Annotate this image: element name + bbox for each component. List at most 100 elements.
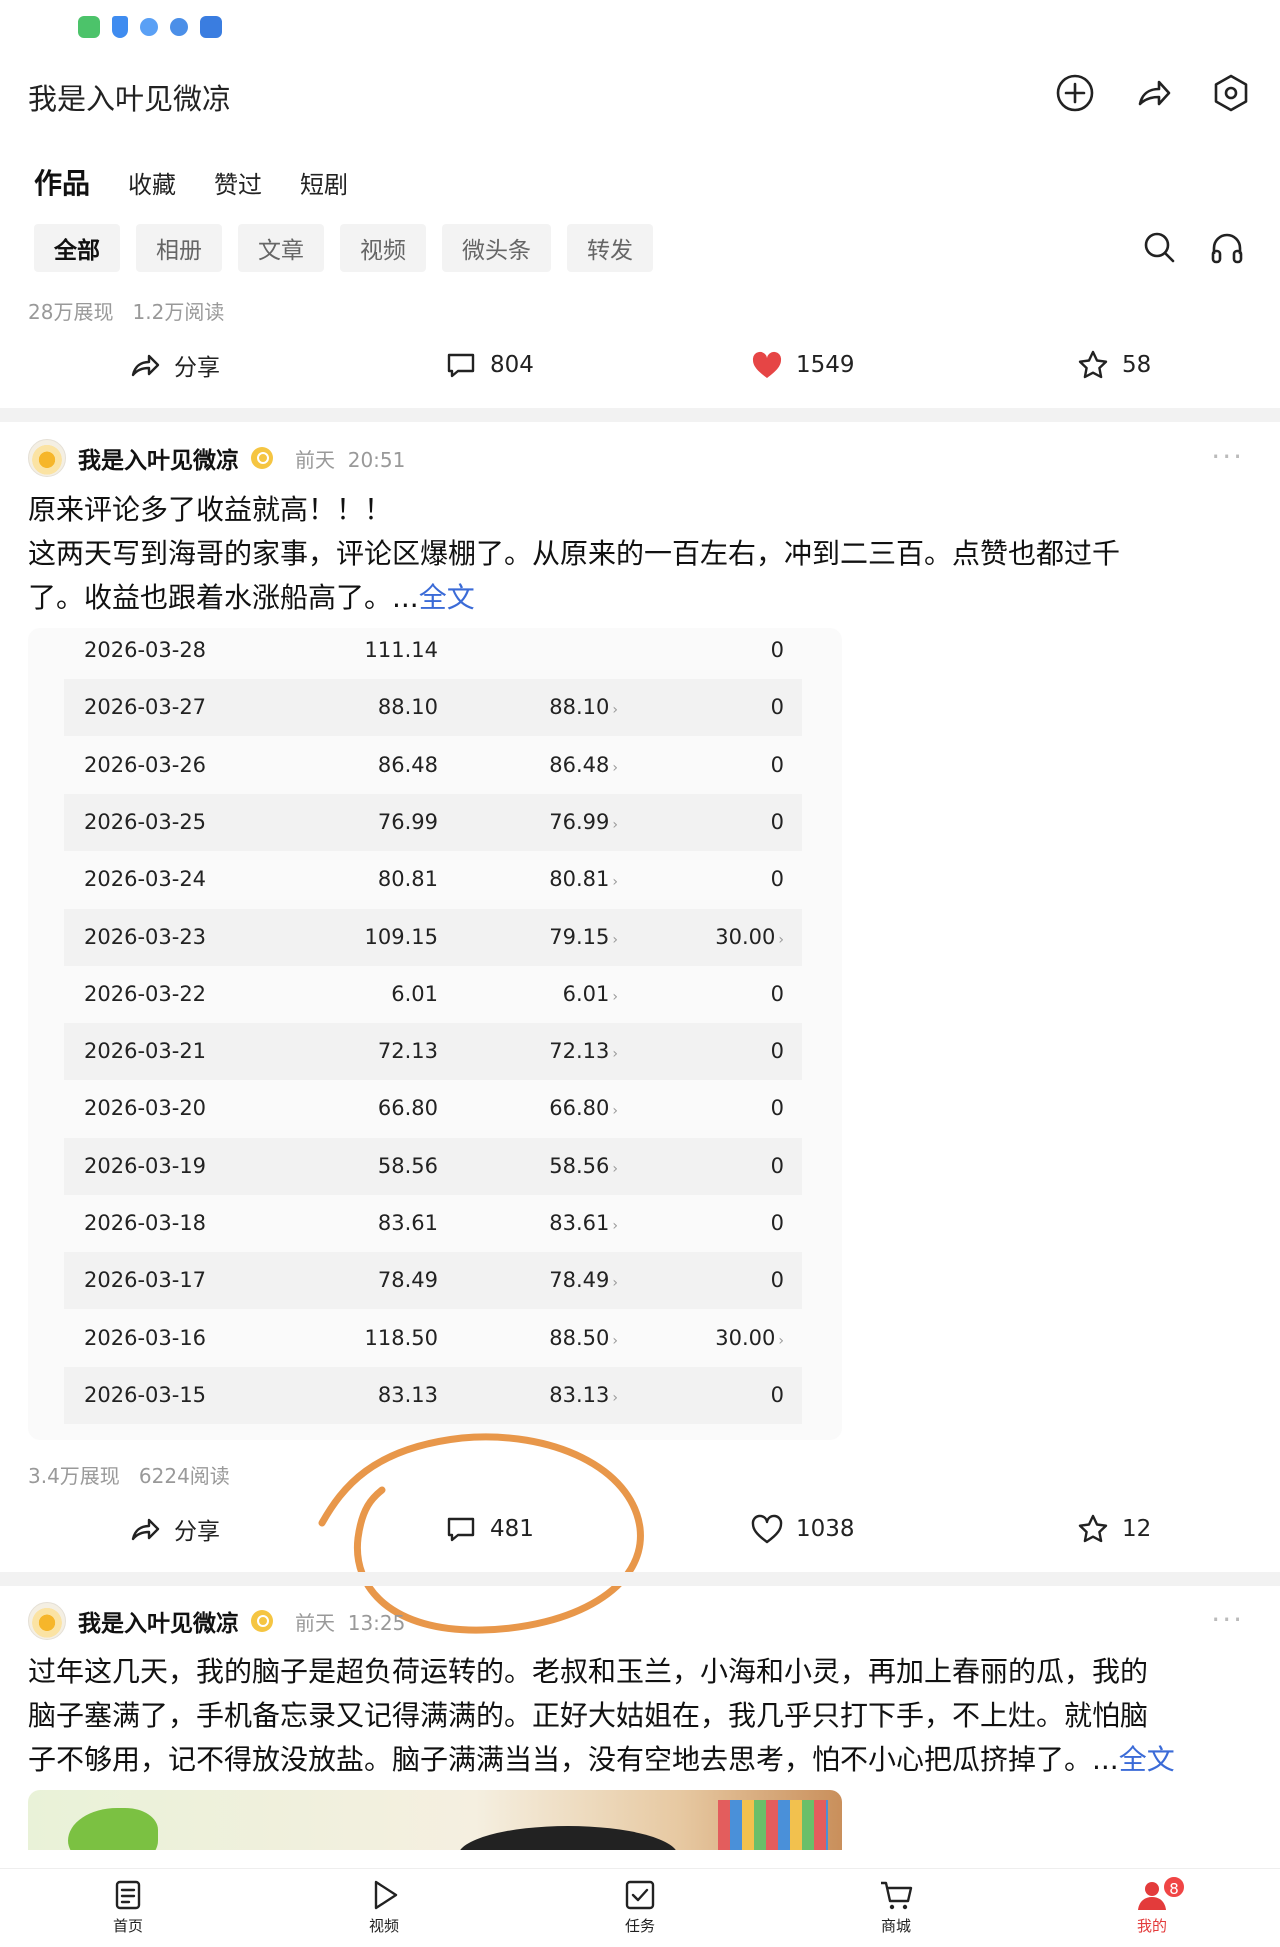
content-tabs: 作品 收藏 赞过 短剧	[34, 162, 348, 202]
income-date-value: 2026-03-19	[84, 1153, 207, 1178]
chevron-right-icon: ›	[612, 874, 618, 891]
notification-badge: 8	[1162, 1875, 1186, 1899]
post-reads: 6224阅读	[138, 1464, 230, 1488]
income-total: 118.50	[365, 1326, 438, 1350]
tab-liked[interactable]: 赞过	[214, 165, 262, 200]
favorite-count: 58	[1122, 352, 1152, 378]
post-body[interactable]: 原来评论多了收益就高！！！ 这两天写到海哥的家事，评论区爆棚了。从原来的一百左右…	[28, 488, 1248, 620]
table-row: 2026-03-17 78.49 78.49 › 0	[64, 1252, 802, 1310]
post-time: 前天 20:51	[295, 444, 405, 473]
verified-badge-icon	[251, 1610, 273, 1632]
filter-all[interactable]: 全部	[34, 224, 120, 272]
income-total: 72.13	[378, 1039, 438, 1063]
home-icon	[115, 1880, 141, 1910]
post-body[interactable]: 过年这几天，我的脑子是超负荷运转的。老叔和玉兰，小海和小灵，再加上春丽的瓜，我的…	[28, 1650, 1248, 1782]
favorite-button[interactable]: 58	[1076, 348, 1151, 382]
comment-icon	[447, 353, 475, 378]
table-row: 2026-03-15 83.13 83.13 › 0	[64, 1366, 802, 1424]
income-base-value: 88.50	[549, 1325, 610, 1350]
post-favorite-button[interactable]: 12	[1076, 1512, 1151, 1546]
income-total-value: 83.13	[377, 1382, 438, 1407]
post-comment-button[interactable]: 481	[444, 1512, 534, 1546]
income-extra: 0	[771, 810, 784, 834]
author-name[interactable]: 我是入叶见微凉	[78, 441, 239, 475]
post-line: 这两天写到海哥的家事，评论区爆棚了。从原来的一百左右，冲到二三百。点赞也都过千	[28, 537, 1121, 570]
star-icon	[1078, 1514, 1108, 1543]
income-extra-value: 0	[770, 981, 784, 1006]
filter-article[interactable]: 文章	[238, 224, 324, 272]
tab-works[interactable]: 作品	[34, 162, 90, 202]
income-total-value: 66.80	[377, 1096, 438, 1121]
filter-micro-post[interactable]: 微头条	[442, 224, 551, 272]
read-more-link[interactable]: 全文	[1119, 1743, 1175, 1776]
income-table-image[interactable]: 2026-03-28 111.14 0 2026-03-27 88.10 88.10 › 0 2…	[28, 628, 842, 1440]
chevron-right-icon: ›	[612, 816, 618, 833]
income-base: 58.56 ›	[549, 1154, 618, 1178]
table-row: 2026-03-24 80.81 80.81 › 0	[64, 851, 802, 908]
income-date: 2026-03-21	[84, 1039, 206, 1063]
nav-profile[interactable]: 8 我的	[1092, 1875, 1212, 1936]
read-more-link[interactable]: 全文	[419, 581, 475, 614]
avatar[interactable]	[28, 439, 66, 477]
income-extra: 0	[771, 1211, 784, 1235]
income-extra: 0	[771, 1096, 784, 1120]
income-base-value: 88.10	[549, 695, 610, 720]
income-total: 86.48	[378, 753, 438, 777]
verified-badge-icon	[251, 447, 273, 469]
income-total: 78.49	[378, 1268, 438, 1292]
income-total-value: 118.50	[364, 1325, 438, 1350]
income-base-value: 86.48	[549, 752, 610, 777]
filter-album[interactable]: 相册	[136, 224, 222, 272]
filter-chips: 全部 相册 文章 视频 微头条 转发	[34, 224, 653, 272]
income-base: 83.61 ›	[549, 1211, 618, 1235]
income-total: 83.13	[378, 1383, 438, 1407]
post-share-button[interactable]: 分享	[128, 1512, 220, 1546]
like-button[interactable]: 1549	[750, 348, 855, 382]
nav-tasks[interactable]: 任务	[580, 1877, 700, 1936]
post-image[interactable]	[28, 1790, 842, 1850]
post-line: 了。收益也跟着水涨船高了。...全文	[28, 576, 1248, 620]
post-line: 脑子塞满了，手机备忘录又记得满满的。正好大姑姐在，我几乎只打下手，不上灶。就怕脑	[28, 1699, 1149, 1732]
settings-icon[interactable]	[1210, 72, 1252, 114]
search-icon[interactable]	[1140, 228, 1178, 266]
income-extra-value: 0	[770, 809, 784, 834]
income-date-value: 2026-03-21	[84, 1039, 207, 1064]
income-extra-value: 0	[770, 1039, 784, 1064]
heart-filled-icon	[752, 351, 782, 378]
tab-short-drama[interactable]: 短剧	[300, 165, 348, 200]
share-icon[interactable]	[1132, 72, 1174, 114]
income-date-value: 2026-03-26	[84, 752, 207, 777]
nav-home[interactable]: 首页	[68, 1877, 188, 1936]
income-extra-value: 0	[770, 695, 784, 720]
play-icon	[374, 1880, 398, 1910]
income-total-value: 76.99	[377, 809, 438, 834]
income-date-value: 2026-03-24	[84, 867, 207, 892]
bookshelf-illustration	[718, 1800, 828, 1850]
more-options-icon[interactable]: ···	[1211, 1603, 1244, 1636]
add-icon[interactable]	[1054, 72, 1096, 114]
filter-video[interactable]: 视频	[340, 224, 426, 272]
income-total: 109.15	[365, 925, 438, 949]
nav-mall[interactable]: 商城	[836, 1877, 956, 1936]
income-total: 88.10	[378, 695, 438, 719]
income-base-value: 83.13	[549, 1382, 610, 1407]
author-name[interactable]: 我是入叶见微凉	[78, 1604, 239, 1638]
income-date-value: 2026-03-18	[84, 1211, 207, 1235]
income-extra-value: 0	[770, 867, 784, 892]
income-extra: 30.00 ›	[715, 925, 784, 949]
post-like-button[interactable]: 1038	[750, 1512, 855, 1546]
comment-button[interactable]: 804	[444, 348, 534, 382]
filter-repost[interactable]: 转发	[567, 224, 653, 272]
income-base-value: 83.61	[549, 1211, 610, 1235]
income-extra-value: 0	[770, 1382, 784, 1407]
income-extra: 0	[771, 982, 784, 1006]
share-button[interactable]: 分享	[128, 348, 220, 382]
headphones-icon[interactable]	[1208, 228, 1246, 266]
post-line: 原来评论多了收益就高！！！	[28, 493, 393, 526]
avatar[interactable]	[28, 1602, 66, 1640]
more-options-icon[interactable]: ···	[1211, 440, 1244, 473]
chevron-right-icon: ›	[778, 1332, 784, 1349]
table-row: 2026-03-16 118.50 88.50 › 30.00 ›	[64, 1310, 802, 1367]
tab-favorites[interactable]: 收藏	[128, 165, 176, 200]
nav-video[interactable]: 视频	[324, 1877, 444, 1936]
